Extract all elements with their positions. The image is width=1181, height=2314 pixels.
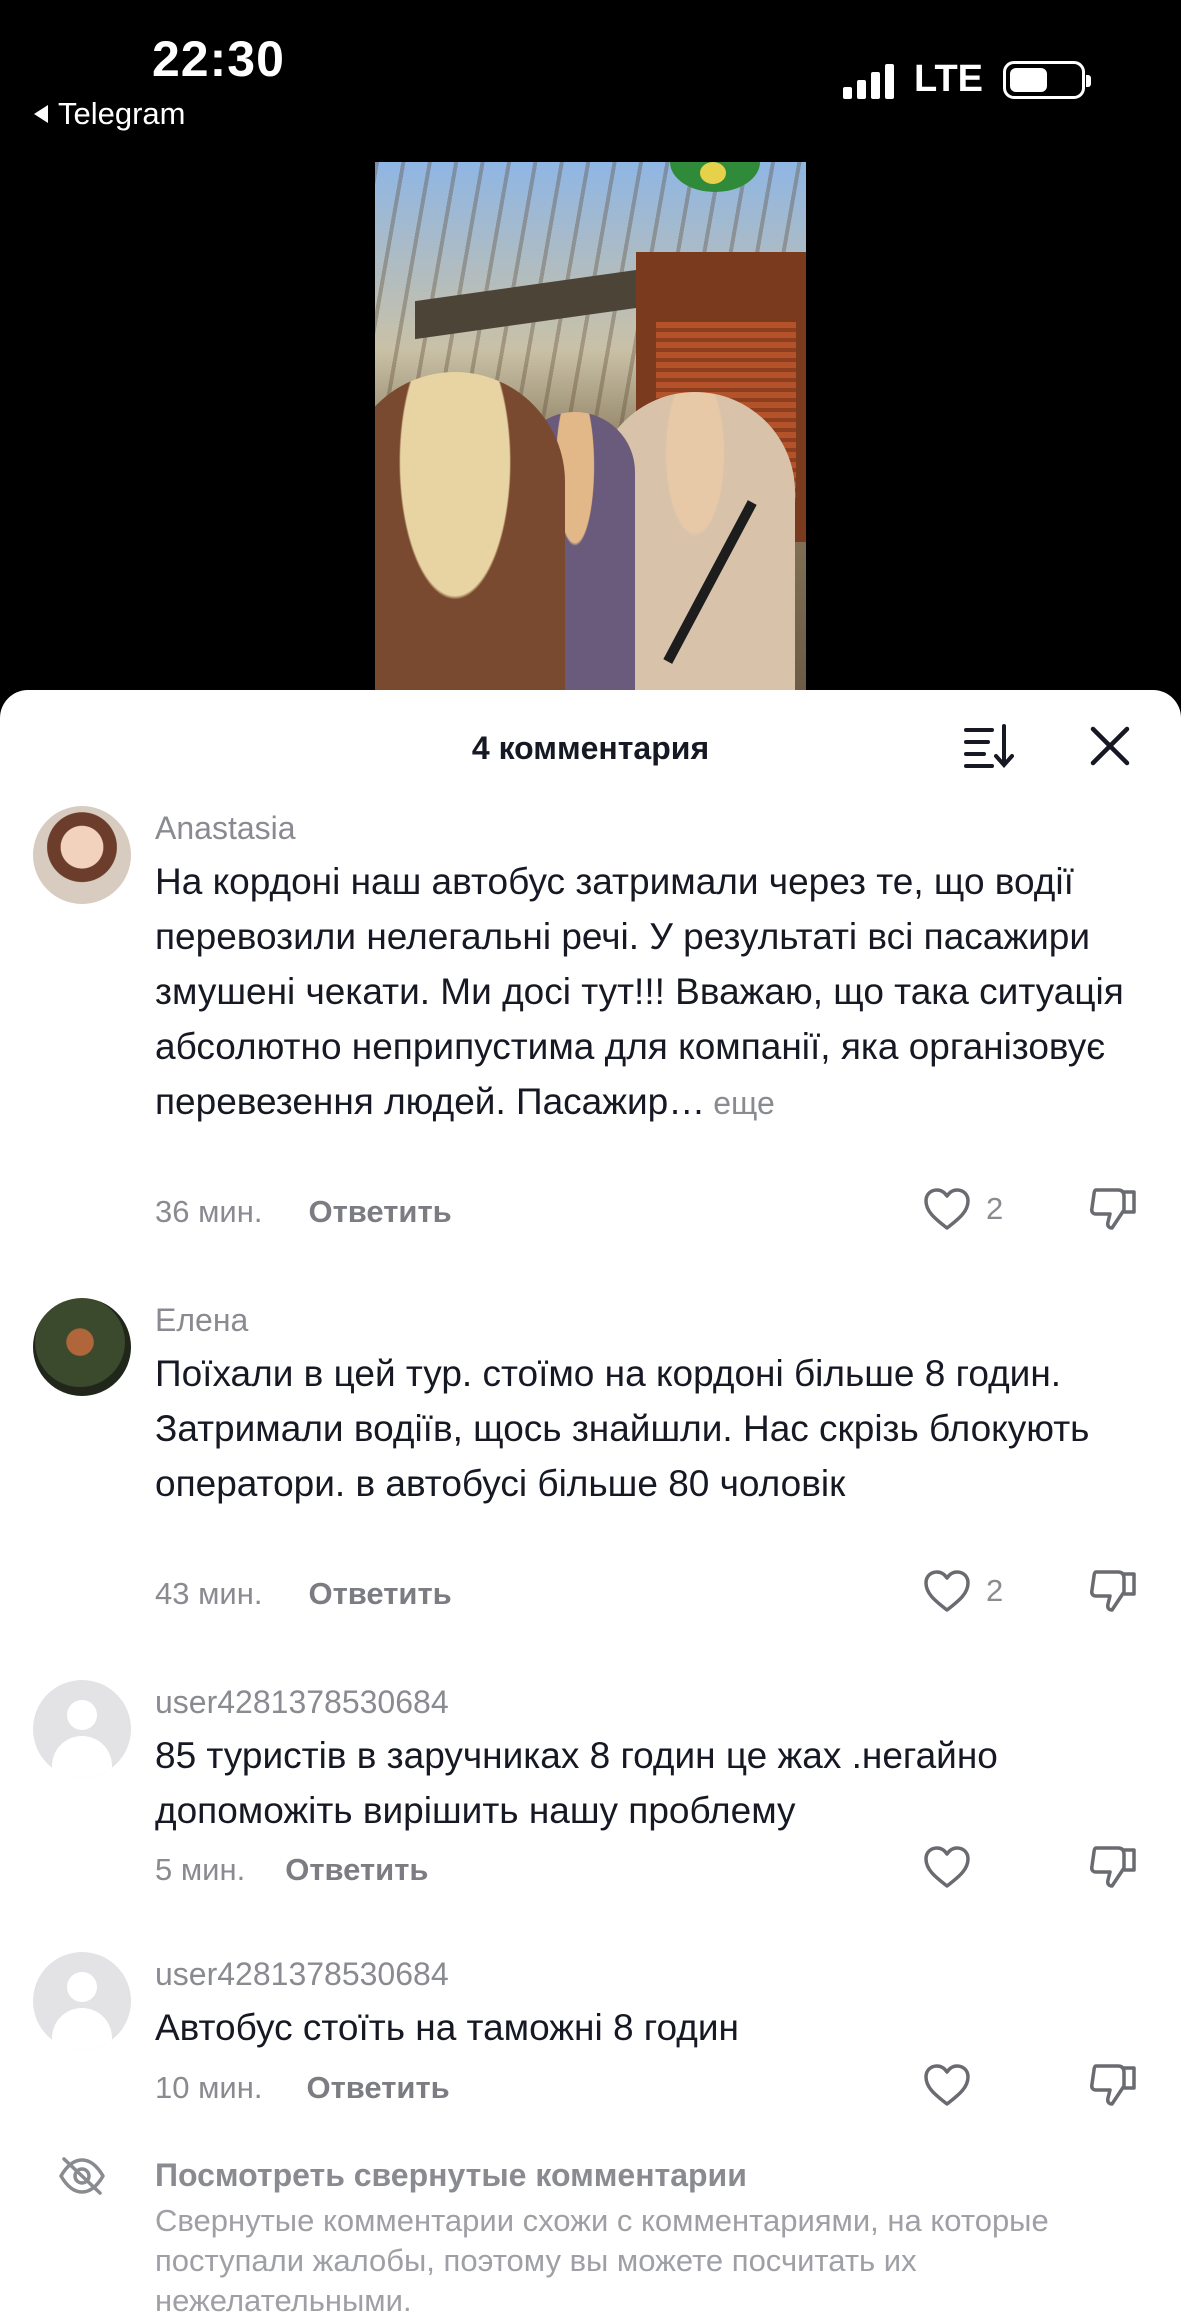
- like-button[interactable]: 2: [922, 1186, 1003, 1232]
- comment-body: На кордоні наш автобус затримали через т…: [155, 861, 1124, 1122]
- comment-meta: 36 мин. Ответить: [155, 1194, 452, 1230]
- comment-text: На кордоні наш автобус затримали через т…: [155, 854, 1145, 1131]
- battery-icon: [1003, 60, 1091, 99]
- status-indicators: LTE: [843, 58, 1091, 101]
- avatar[interactable]: [33, 1680, 131, 1778]
- like-count: 2: [986, 1573, 1004, 1608]
- comment-meta: 5 мин. Ответить: [155, 1852, 428, 1888]
- dislike-icon[interactable]: [1088, 1568, 1138, 1614]
- like-button[interactable]: [922, 1844, 986, 1890]
- close-icon[interactable]: [1084, 720, 1136, 772]
- heart-icon: [924, 1188, 970, 1230]
- signal-icon: [843, 61, 895, 99]
- like-count: 2: [986, 1191, 1004, 1226]
- dislike-icon[interactable]: [1088, 2062, 1138, 2108]
- comments-sheet: 4 комментария Anastasia На кордоні наш а…: [0, 690, 1181, 2314]
- comment-text: Автобус стоїть на таможні 8 годин: [155, 2007, 739, 2048]
- comment-time: 36 мин.: [155, 1194, 263, 1229]
- comment-time: 5 мин.: [155, 1852, 246, 1887]
- hidden-comments-description: Свернутые комментарии схожи с комментари…: [155, 2203, 1049, 2314]
- heart-icon: [924, 1570, 970, 1612]
- back-arrow-icon: [34, 105, 48, 123]
- dislike-icon[interactable]: [1088, 1844, 1138, 1890]
- comment-username[interactable]: Anastasia: [155, 810, 296, 847]
- status-time: 22:30: [152, 31, 285, 87]
- reply-button[interactable]: Ответить: [306, 2070, 449, 2106]
- avatar[interactable]: [33, 1952, 131, 2050]
- sort-icon[interactable]: [962, 722, 1014, 770]
- comment-meta: 10 мин. Ответить: [155, 2070, 450, 2106]
- reply-button[interactable]: Ответить: [285, 1852, 428, 1888]
- comment-meta: 43 мин. Ответить: [155, 1576, 452, 1612]
- reply-button[interactable]: Ответить: [308, 1576, 451, 1612]
- avatar[interactable]: [33, 806, 131, 904]
- reply-button[interactable]: Ответить: [308, 1194, 451, 1230]
- comment-text: 85 туристів в заручниках 8 годин це жах …: [155, 1735, 998, 1831]
- comment-time: 10 мин.: [155, 2070, 263, 2105]
- see-more-link[interactable]: еще: [713, 1085, 775, 1121]
- like-button[interactable]: [922, 2062, 986, 2108]
- heart-icon: [924, 1846, 970, 1888]
- comment-text: Поїхали в цей тур. стоїмо на кордоні біл…: [155, 1353, 1090, 1504]
- back-app-label: Telegram: [58, 96, 186, 131]
- comment-time: 43 мин.: [155, 1576, 263, 1611]
- network-type: LTE: [914, 58, 983, 100]
- like-button[interactable]: 2: [922, 1568, 1003, 1614]
- comment-username[interactable]: user4281378530684: [155, 1956, 449, 1993]
- avatar[interactable]: [33, 1298, 131, 1396]
- eye-off-icon: [58, 2155, 106, 2197]
- comment-username[interactable]: Елена: [155, 1302, 248, 1339]
- dislike-icon[interactable]: [1088, 1186, 1138, 1232]
- back-to-telegram[interactable]: Telegram: [34, 96, 186, 132]
- hidden-comments-title[interactable]: Посмотреть свернутые комментарии: [155, 2157, 747, 2194]
- video-player[interactable]: [375, 162, 806, 697]
- heart-icon: [924, 2064, 970, 2106]
- comment-username[interactable]: user4281378530684: [155, 1684, 449, 1721]
